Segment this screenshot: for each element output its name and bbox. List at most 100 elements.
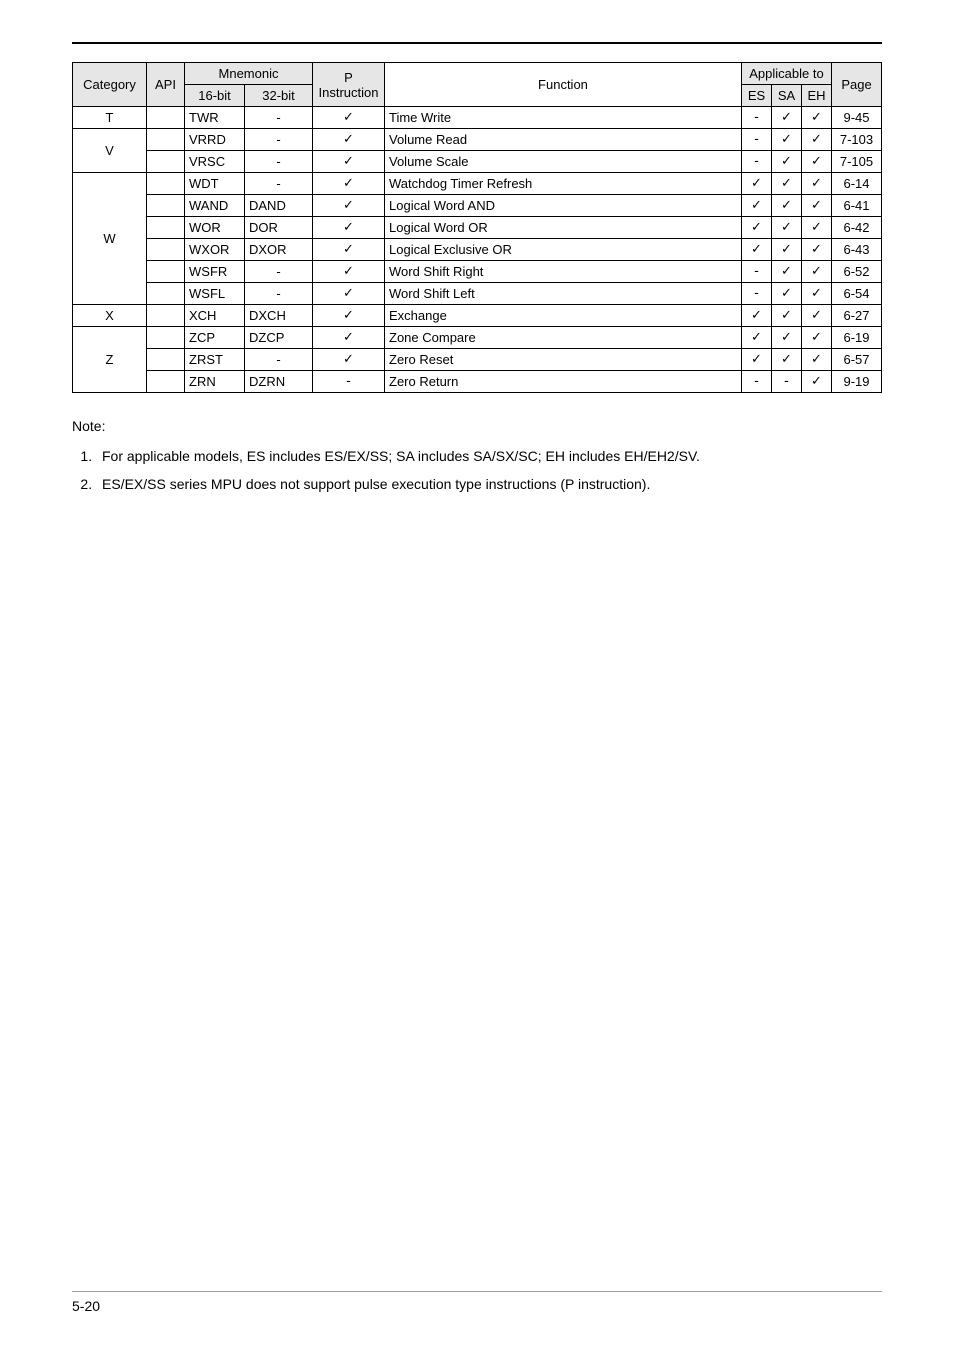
sa-cell: ✓ — [771, 239, 801, 261]
th-32bit: 32-bit — [245, 85, 313, 107]
page-cell: 9-19 — [832, 371, 882, 393]
sa-cell: ✓ — [771, 349, 801, 371]
mnemonic-32-cell: - — [245, 107, 313, 129]
mnemonic-16-cell: XCH — [185, 305, 245, 327]
es-cell: ✓ — [741, 217, 771, 239]
sa-cell: ✓ — [771, 327, 801, 349]
sa-cell: ✓ — [771, 261, 801, 283]
eh-cell: ✓ — [801, 239, 831, 261]
category-cell: Z — [73, 327, 147, 393]
th-eh: EH — [801, 85, 831, 107]
sa-cell: ✓ — [771, 151, 801, 173]
th-p-instruction: P Instruction — [313, 63, 385, 107]
mnemonic-16-cell: WSFL — [185, 283, 245, 305]
eh-cell: ✓ — [801, 261, 831, 283]
p-instruction-cell: - — [313, 371, 385, 393]
eh-cell: ✓ — [801, 151, 831, 173]
api-cell — [147, 129, 185, 151]
es-cell: ✓ — [741, 195, 771, 217]
function-cell: Volume Read — [385, 129, 742, 151]
p-instruction-cell: ✓ — [313, 195, 385, 217]
function-cell: Watchdog Timer Refresh — [385, 173, 742, 195]
eh-cell: ✓ — [801, 217, 831, 239]
note-item: For applicable models, ES includes ES/EX… — [96, 445, 882, 469]
table-row: WANDDAND✓Logical Word AND✓✓✓6-41 — [73, 195, 882, 217]
sa-cell: ✓ — [771, 129, 801, 151]
eh-cell: ✓ — [801, 195, 831, 217]
page-cell: 9-45 — [832, 107, 882, 129]
note-item: ES/EX/SS series MPU does not support pul… — [96, 473, 882, 497]
mnemonic-32-cell: - — [245, 129, 313, 151]
eh-cell: ✓ — [801, 283, 831, 305]
mnemonic-32-cell: - — [245, 151, 313, 173]
page-cell: 6-43 — [832, 239, 882, 261]
notes-heading: Note: — [72, 415, 882, 439]
category-cell: X — [73, 305, 147, 327]
th-page: Page — [832, 63, 882, 107]
table-row: ZRST-✓Zero Reset✓✓✓6-57 — [73, 349, 882, 371]
th-es: ES — [741, 85, 771, 107]
es-cell: - — [741, 129, 771, 151]
notes-list: For applicable models, ES includes ES/EX… — [72, 445, 882, 497]
es-cell: - — [741, 283, 771, 305]
mnemonic-32-cell: - — [245, 283, 313, 305]
p-instruction-cell: ✓ — [313, 305, 385, 327]
mnemonic-16-cell: WSFR — [185, 261, 245, 283]
eh-cell: ✓ — [801, 371, 831, 393]
function-cell: Time Write — [385, 107, 742, 129]
mnemonic-32-cell: DOR — [245, 217, 313, 239]
page-cell: 6-27 — [832, 305, 882, 327]
p-instruction-cell: ✓ — [313, 151, 385, 173]
mnemonic-16-cell: ZCP — [185, 327, 245, 349]
es-cell: ✓ — [741, 349, 771, 371]
function-cell: Word Shift Left — [385, 283, 742, 305]
table-row: WSFR-✓Word Shift Right-✓✓6-52 — [73, 261, 882, 283]
api-cell — [147, 371, 185, 393]
function-cell: Zero Reset — [385, 349, 742, 371]
page-cell: 7-105 — [832, 151, 882, 173]
table-row: VVRRD-✓Volume Read-✓✓7-103 — [73, 129, 882, 151]
api-cell — [147, 327, 185, 349]
mnemonic-32-cell: - — [245, 173, 313, 195]
p-instruction-cell: ✓ — [313, 129, 385, 151]
function-cell: Exchange — [385, 305, 742, 327]
mnemonic-16-cell: VRRD — [185, 129, 245, 151]
mnemonic-16-cell: TWR — [185, 107, 245, 129]
mnemonic-16-cell: ZRN — [185, 371, 245, 393]
table-row: XXCHDXCH✓Exchange✓✓✓6-27 — [73, 305, 882, 327]
sa-cell: - — [771, 371, 801, 393]
mnemonic-32-cell: DZRN — [245, 371, 313, 393]
mnemonic-16-cell: WXOR — [185, 239, 245, 261]
p-instruction-cell: ✓ — [313, 283, 385, 305]
page-cell: 6-42 — [832, 217, 882, 239]
eh-cell: ✓ — [801, 173, 831, 195]
table-row: TTWR-✓Time Write-✓✓9-45 — [73, 107, 882, 129]
page-number: 5-20 — [72, 1298, 882, 1314]
mnemonic-16-cell: WDT — [185, 173, 245, 195]
mnemonic-16-cell: WAND — [185, 195, 245, 217]
api-cell — [147, 239, 185, 261]
api-cell — [147, 195, 185, 217]
function-cell: Logical Exclusive OR — [385, 239, 742, 261]
p-instruction-cell: ✓ — [313, 173, 385, 195]
sa-cell: ✓ — [771, 217, 801, 239]
page-cell: 6-41 — [832, 195, 882, 217]
sa-cell: ✓ — [771, 173, 801, 195]
mnemonic-32-cell: DZCP — [245, 327, 313, 349]
api-cell — [147, 107, 185, 129]
eh-cell: ✓ — [801, 327, 831, 349]
page-top-rule — [72, 42, 882, 44]
th-16bit: 16-bit — [185, 85, 245, 107]
table-row: WSFL-✓Word Shift Left-✓✓6-54 — [73, 283, 882, 305]
api-cell — [147, 151, 185, 173]
th-sa: SA — [771, 85, 801, 107]
p-instruction-cell: ✓ — [313, 261, 385, 283]
mnemonic-32-cell: - — [245, 349, 313, 371]
api-cell — [147, 283, 185, 305]
p-instruction-cell: ✓ — [313, 107, 385, 129]
page-footer: 5-20 — [72, 1291, 882, 1314]
page-cell: 6-14 — [832, 173, 882, 195]
sa-cell: ✓ — [771, 107, 801, 129]
function-cell: Logical Word AND — [385, 195, 742, 217]
function-cell: Volume Scale — [385, 151, 742, 173]
